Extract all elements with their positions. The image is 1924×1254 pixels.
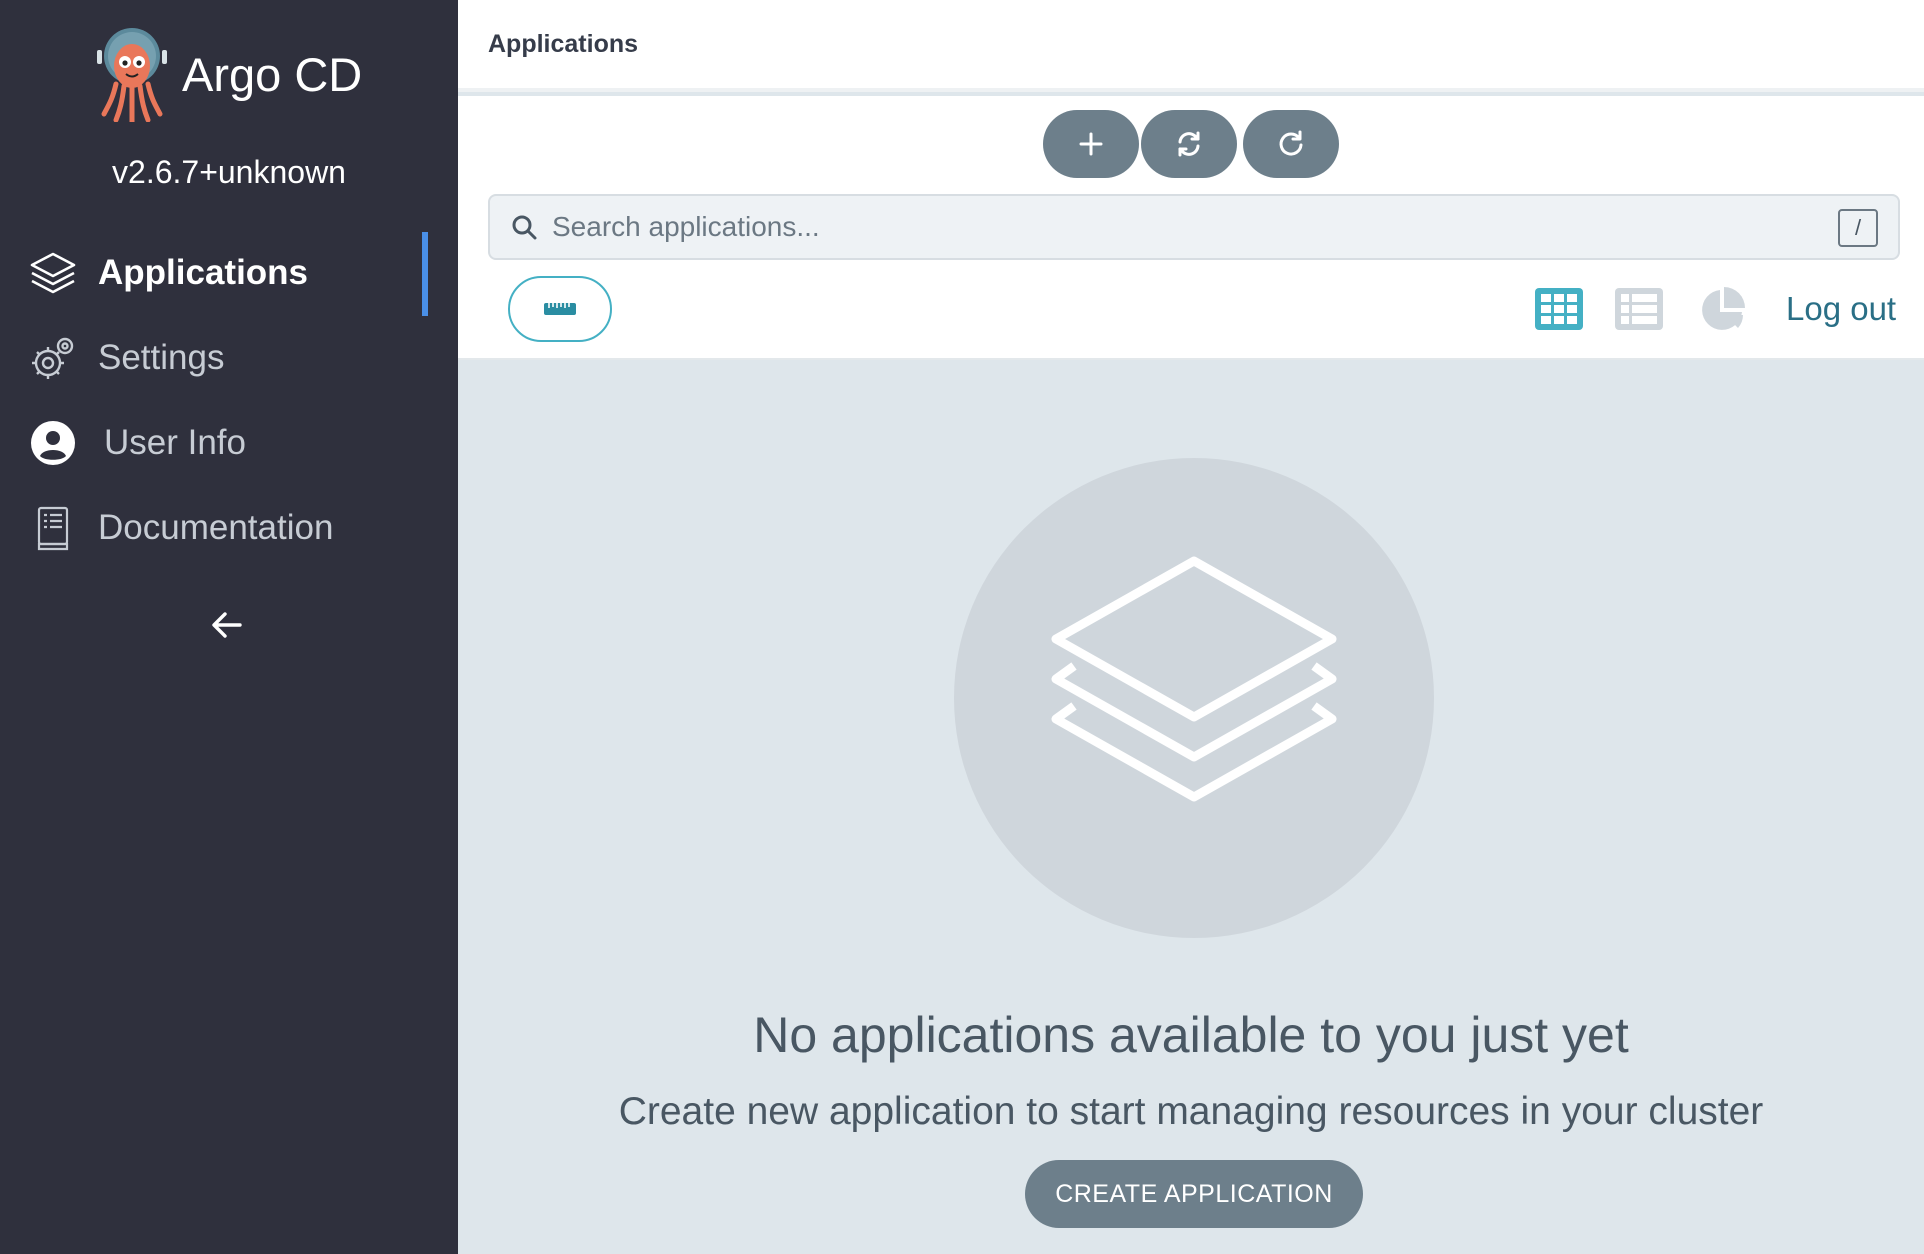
th-icon	[1535, 288, 1583, 330]
layers-icon	[1051, 556, 1337, 802]
sync-icon	[1178, 131, 1200, 157]
view-list-button[interactable]	[1614, 286, 1664, 332]
search-input[interactable]	[552, 211, 1802, 243]
toolbar: /	[458, 96, 1924, 360]
refresh-icon	[1279, 130, 1303, 156]
refresh-apps-button[interactable]	[1243, 110, 1339, 178]
sidebar-item-user-info[interactable]: User Info	[28, 418, 246, 468]
sidebar: Argo CD v2.6.7+unknown Applications Sett…	[0, 0, 458, 1254]
create-application-button[interactable]: CREATE APPLICATION	[1025, 1160, 1363, 1228]
user-circle-icon	[28, 418, 78, 468]
empty-state-subtitle: Create new application to start managing…	[618, 1090, 1764, 1133]
sync-apps-button[interactable]	[1141, 110, 1237, 178]
page-title: Applications	[488, 30, 639, 58]
sidebar-item-documentation[interactable]: Documentation	[28, 503, 333, 553]
arrow-left-icon	[212, 612, 242, 638]
search-box[interactable]: /	[488, 194, 1900, 260]
brand-name: Argo CD	[182, 47, 363, 101]
logout-link[interactable]: Log out	[1786, 290, 1896, 328]
plus-icon	[1079, 132, 1103, 156]
collapse-sidebar-button[interactable]	[205, 603, 249, 647]
search-shortcut-hint: /	[1838, 209, 1878, 247]
version-label: v2.6.7+unknown	[112, 154, 346, 190]
ruler-icon	[544, 303, 576, 315]
filter-toggle-button[interactable]	[508, 276, 612, 342]
pie-chart-icon	[1702, 287, 1745, 330]
top-bar: Applications	[458, 0, 1924, 92]
sidebar-item-settings[interactable]: Settings	[28, 333, 224, 383]
new-app-button[interactable]	[1043, 110, 1139, 178]
view-tiles-button[interactable]	[1534, 286, 1584, 332]
empty-state-illustration	[954, 458, 1434, 938]
sidebar-item-applications[interactable]: Applications	[28, 248, 308, 298]
layers-icon	[28, 248, 78, 298]
view-summary-button[interactable]	[1698, 286, 1748, 332]
sidebar-item-label: Applications	[98, 253, 309, 292]
book-icon	[28, 503, 78, 553]
active-indicator	[422, 232, 428, 316]
search-icon	[512, 215, 537, 240]
brand[interactable]: Argo CD	[94, 26, 362, 122]
gears-icon	[28, 333, 78, 383]
list-icon	[1615, 288, 1663, 330]
sidebar-item-label: Settings	[98, 338, 225, 377]
sidebar-item-label: Documentation	[98, 508, 334, 547]
argo-octopus-logo	[97, 28, 167, 122]
sidebar-item-label: User Info	[104, 423, 246, 462]
empty-state-title: No applications available to you just ye…	[753, 1007, 1629, 1063]
